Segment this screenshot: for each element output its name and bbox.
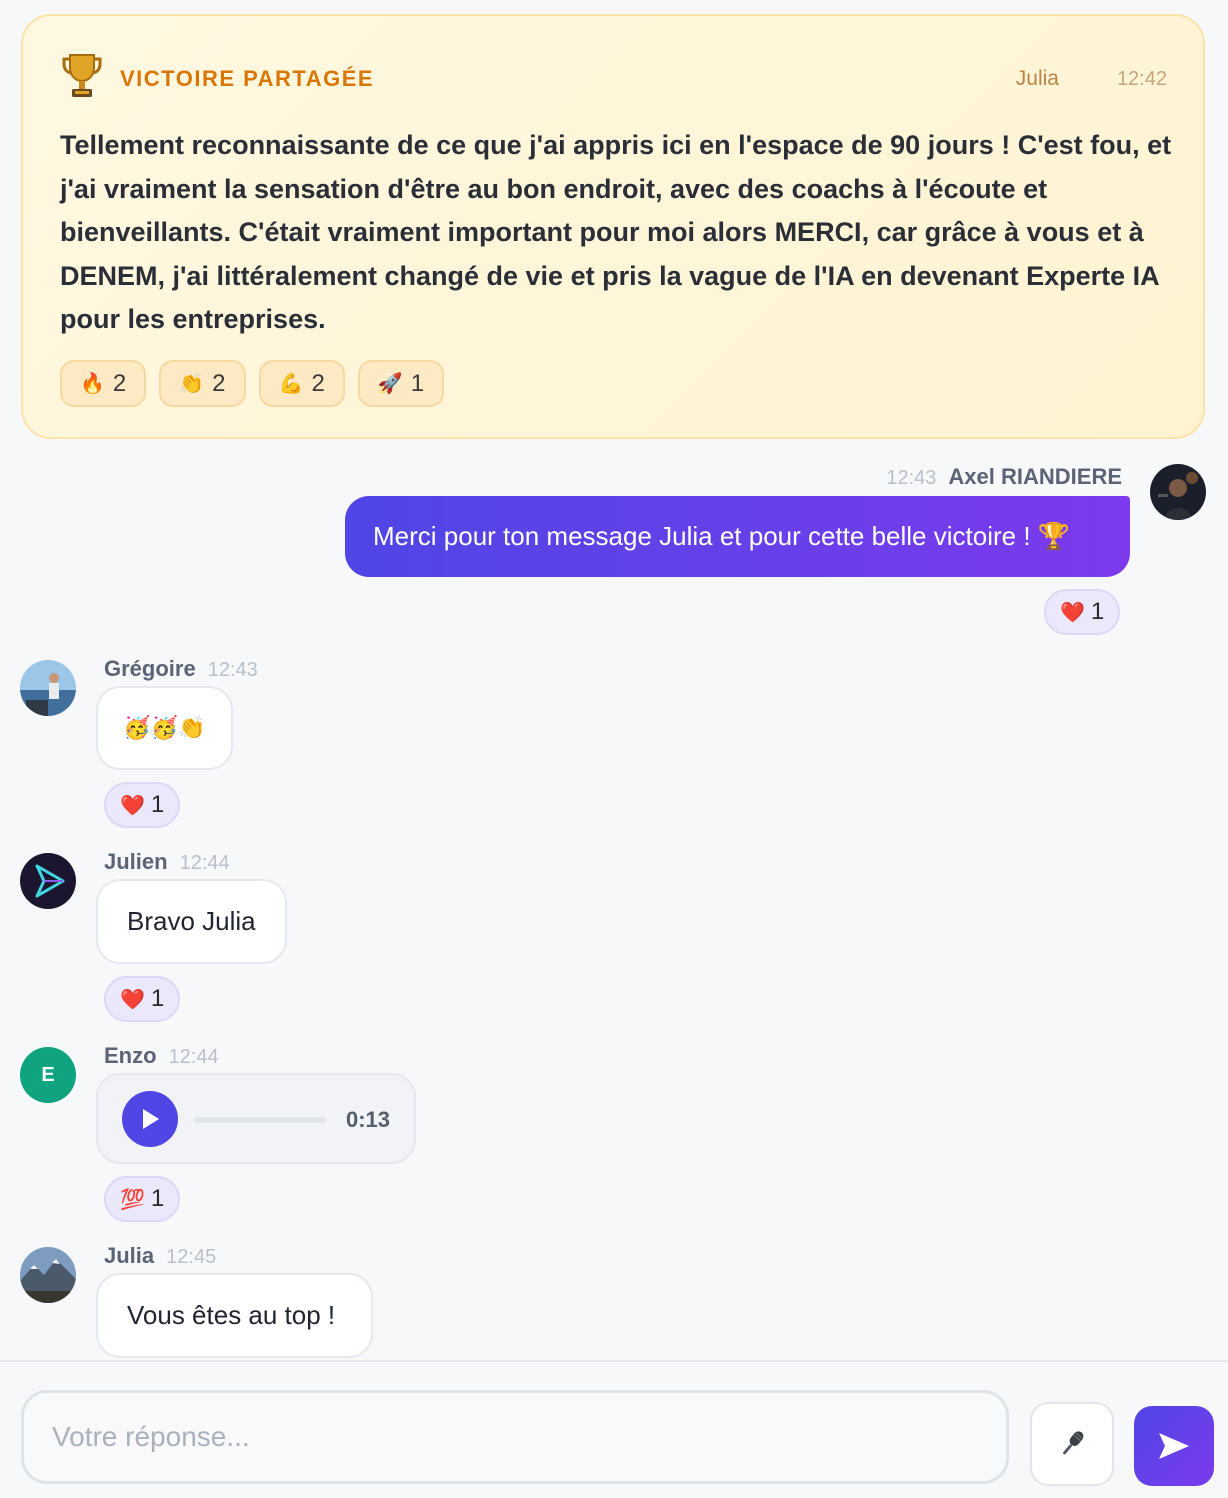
message-meta: Grégoire 12:43	[104, 656, 258, 682]
message-text: Vous êtes au top !	[127, 1300, 336, 1330]
play-button[interactable]	[122, 1091, 178, 1147]
reaction-hundred[interactable]: 💯 1	[104, 1176, 181, 1222]
message-text: Bravo Julia	[127, 906, 256, 936]
message-author: Enzo	[104, 1043, 157, 1068]
avatar[interactable]	[20, 853, 76, 909]
reaction-heart[interactable]: ❤️ 1	[104, 782, 181, 828]
message-bubble: 🥳🥳👏	[96, 686, 233, 770]
message-author: Grégoire	[104, 656, 196, 681]
victory-title: VICTOIRE PARTAGÉE	[120, 66, 375, 91]
message-text: Merci pour ton message Julia et pour cet…	[373, 521, 1071, 551]
message-meta: Julia 12:45	[104, 1243, 216, 1269]
message-author: Julien	[104, 849, 168, 874]
avatar[interactable]	[1150, 464, 1206, 520]
microphone-icon	[1063, 1431, 1084, 1455]
victory-text: Tellement reconnaissante de ce que j'ai …	[60, 130, 1172, 334]
chat-thread: VICTOIRE PARTAGÉE Julia 12:42 Tellement …	[0, 0, 1228, 1360]
send-button[interactable]	[1134, 1406, 1214, 1486]
message-text: 🥳🥳👏	[123, 715, 206, 740]
avatar-initial: E	[41, 1063, 55, 1086]
reaction-fire[interactable]: 🔥 2	[60, 360, 147, 407]
avatar[interactable]	[20, 660, 76, 716]
message-time: 12:43	[886, 467, 937, 489]
play-icon	[143, 1109, 159, 1129]
audio-message: 0:13	[96, 1073, 416, 1164]
message-time: 12:45	[166, 1246, 217, 1268]
message-time: 12:44	[168, 1046, 219, 1068]
reaction-rocket[interactable]: 🚀 1	[357, 360, 445, 407]
reaction-clap[interactable]: 👏 2	[159, 360, 246, 407]
victory-card: VICTOIRE PARTAGÉE Julia 12:42 Tellement …	[21, 14, 1205, 439]
message-time: 12:44	[179, 852, 230, 874]
mic-button[interactable]	[1030, 1402, 1114, 1486]
avatar[interactable]	[20, 1247, 76, 1303]
message-meta: Enzo 12:44	[104, 1043, 219, 1069]
reaction-muscle[interactable]: 💪 2	[258, 360, 345, 407]
audio-progress-track[interactable]	[194, 1117, 326, 1123]
trophy-icon	[62, 54, 102, 97]
reply-input[interactable]	[21, 1390, 1009, 1484]
message-author: Axel RIANDIERE	[948, 464, 1122, 489]
message-bubble: Merci pour ton message Julia et pour cet…	[345, 496, 1130, 577]
composer	[0, 1360, 1228, 1498]
message-author: Julia	[104, 1243, 155, 1268]
reaction-heart[interactable]: ❤️ 1	[1044, 589, 1121, 635]
send-icon	[1159, 1433, 1189, 1459]
victory-time: 12:42	[1116, 68, 1167, 90]
message-meta: Julien 12:44	[104, 849, 230, 875]
victory-reactions: 🔥 2 👏 2 💪 2 🚀 1	[60, 360, 445, 407]
audio-duration: 0:13	[345, 1107, 390, 1132]
message-meta: 12:43 Axel RIANDIERE	[886, 464, 1122, 490]
message-bubble: Vous êtes au top !	[96, 1273, 373, 1358]
message-bubble: Bravo Julia	[96, 879, 287, 964]
avatar[interactable]: E	[20, 1047, 76, 1103]
reaction-heart[interactable]: ❤️ 1	[104, 976, 181, 1022]
victory-author: Julia	[1015, 67, 1059, 90]
message-time: 12:43	[207, 659, 258, 681]
